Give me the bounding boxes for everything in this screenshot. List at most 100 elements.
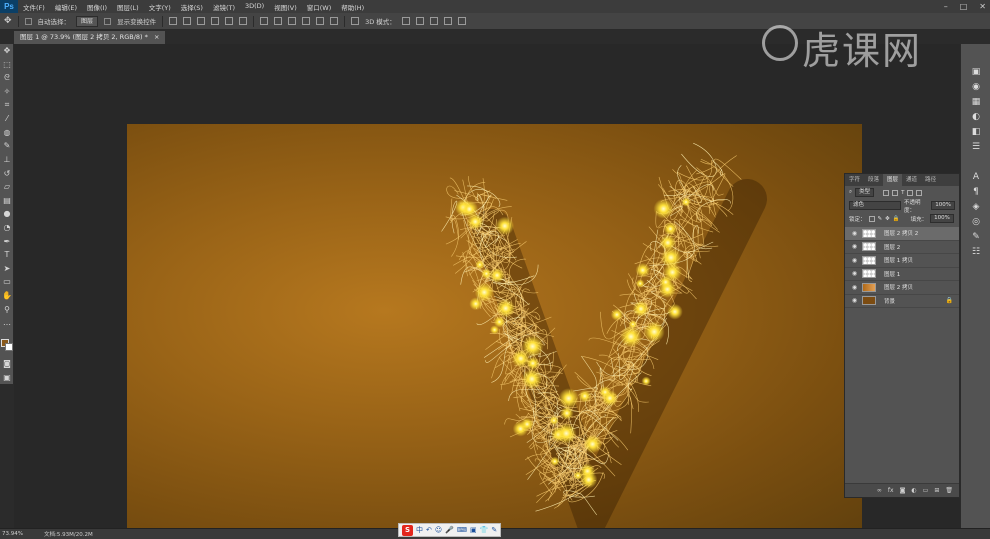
menu-item[interactable]: 图层(L) bbox=[112, 2, 144, 12]
magic-wand-tool-icon[interactable]: ✧ bbox=[0, 85, 14, 99]
gradient-tool-icon[interactable]: ▤ bbox=[0, 194, 14, 208]
healing-brush-tool-icon[interactable]: ◍ bbox=[0, 126, 14, 140]
paths-panel-icon[interactable]: ✎ bbox=[961, 229, 990, 244]
visibility-eye-icon[interactable]: ◉ bbox=[851, 230, 858, 237]
minimize-icon[interactable]: – bbox=[944, 2, 948, 11]
zoom-readout[interactable]: 73.94% bbox=[0, 531, 40, 537]
ime-skin-icon[interactable]: ▣ bbox=[470, 526, 477, 534]
add-mask-icon[interactable]: ◙ bbox=[900, 487, 906, 494]
character-panel-icon[interactable]: A bbox=[961, 169, 990, 184]
panel-tab[interactable]: 段落 bbox=[864, 174, 883, 186]
lock-transparent-icon[interactable] bbox=[868, 215, 875, 222]
close-tab-icon[interactable]: × bbox=[154, 33, 159, 41]
channels-panel-icon[interactable]: ◎ bbox=[961, 214, 990, 229]
layer-row[interactable]: ◉ 图层 2 bbox=[845, 241, 959, 254]
layer-row[interactable]: ◉ 图层 1 拷贝 bbox=[845, 254, 959, 268]
menu-item[interactable]: 帮助(H) bbox=[336, 2, 369, 12]
zoom-tool-icon[interactable]: ⚲ bbox=[0, 302, 14, 316]
align-center-icon[interactable] bbox=[225, 17, 234, 25]
lock-all-icon[interactable]: 🔒 bbox=[893, 216, 900, 222]
3d-slide-icon[interactable] bbox=[443, 17, 452, 25]
auto-align-icon[interactable] bbox=[351, 17, 360, 25]
layer-style-icon[interactable]: fx bbox=[888, 487, 894, 494]
visibility-eye-icon[interactable]: ◉ bbox=[851, 270, 858, 277]
panel-tab[interactable]: 路径 bbox=[921, 174, 940, 186]
marquee-tool-icon[interactable]: ⬚ bbox=[0, 58, 14, 72]
path-selection-tool-icon[interactable]: ➤ bbox=[0, 262, 14, 276]
crop-tool-icon[interactable]: ⌗ bbox=[0, 98, 14, 112]
brush-tool-icon[interactable]: ✎ bbox=[0, 139, 14, 153]
menu-item[interactable]: 选择(S) bbox=[176, 2, 208, 12]
hand-tool-icon[interactable]: ✋ bbox=[0, 289, 14, 303]
auto-select-checkbox[interactable] bbox=[24, 17, 32, 25]
distribute-center-icon[interactable] bbox=[316, 17, 325, 25]
properties-panel-icon[interactable]: ☰ bbox=[961, 139, 990, 154]
layer-row[interactable]: ◉ 背景 🔒 bbox=[845, 295, 959, 308]
move-tool-icon[interactable]: ✥ bbox=[0, 44, 14, 58]
menu-item[interactable]: 滤镜(T) bbox=[208, 2, 240, 12]
styles-panel-icon[interactable]: ◧ bbox=[961, 124, 990, 139]
panel-tab[interactable]: 字符 bbox=[845, 174, 864, 186]
menu-item[interactable]: 文件(F) bbox=[18, 2, 50, 12]
lock-position-icon[interactable]: ✥ bbox=[885, 216, 890, 222]
visibility-eye-icon[interactable]: ◉ bbox=[851, 297, 858, 304]
layer-row[interactable]: ◉ 图层 2 拷贝 bbox=[845, 281, 959, 295]
document-tab[interactable]: 图层 1 @ 73.9% (图层 2 拷贝 2, RGB/8) * × bbox=[14, 31, 166, 44]
align-right-icon[interactable] bbox=[239, 17, 248, 25]
eyedropper-tool-icon[interactable]: ⁄ bbox=[0, 112, 14, 126]
layers-panel-icon[interactable]: ◈ bbox=[961, 199, 990, 214]
adjust-panel-icon[interactable]: ☷ bbox=[961, 244, 990, 259]
ime-keyboard-icon[interactable]: ⌨ bbox=[457, 526, 467, 534]
distribute-left-icon[interactable] bbox=[302, 17, 311, 25]
lasso-tool-icon[interactable]: ᘓ bbox=[0, 71, 14, 85]
3d-scale-icon[interactable] bbox=[457, 17, 466, 25]
align-top-icon[interactable] bbox=[169, 17, 178, 25]
ime-voice-icon[interactable]: 🎤 bbox=[445, 526, 454, 534]
maximize-icon[interactable]: □ bbox=[960, 2, 968, 11]
menu-item[interactable]: 图像(I) bbox=[82, 2, 112, 12]
ime-language[interactable]: 中 bbox=[416, 525, 423, 535]
distribute-right-icon[interactable] bbox=[330, 17, 339, 25]
filter-shape-icon[interactable] bbox=[907, 189, 914, 196]
filter-kind-dropdown[interactable]: 类型 bbox=[855, 188, 875, 197]
close-icon[interactable]: ✕ bbox=[979, 2, 986, 11]
filter-type-icon[interactable]: T bbox=[901, 190, 904, 196]
panel-tab[interactable]: 图层 bbox=[883, 174, 903, 186]
auto-select-dropdown[interactable]: 图层 bbox=[76, 15, 99, 27]
document-size[interactable]: 文档:5.93M/20.2M bbox=[44, 530, 93, 538]
new-group-icon[interactable]: ▭ bbox=[923, 487, 929, 494]
move-tool-icon[interactable]: ✥ bbox=[4, 16, 12, 26]
ime-emoji-icon[interactable]: ☺ bbox=[435, 526, 442, 534]
screen-mode-icon[interactable]: ▣ bbox=[0, 371, 14, 385]
distribute-top-icon[interactable] bbox=[260, 17, 269, 25]
dodge-tool-icon[interactable]: ◔ bbox=[0, 221, 14, 235]
menu-item[interactable]: 视图(V) bbox=[269, 2, 302, 12]
lock-image-icon[interactable]: ✎ bbox=[878, 216, 883, 222]
filter-adjustment-icon[interactable] bbox=[892, 189, 899, 196]
type-tool-icon[interactable]: T bbox=[0, 248, 14, 262]
align-bottom-icon[interactable] bbox=[197, 17, 206, 25]
background-color-swatch[interactable] bbox=[5, 343, 13, 351]
paragraph-panel-icon[interactable]: ¶ bbox=[961, 184, 990, 199]
fill-input[interactable]: 100% bbox=[930, 214, 954, 223]
history-brush-tool-icon[interactable]: ↺ bbox=[0, 166, 14, 180]
ime-shirt-icon[interactable]: 👕 bbox=[480, 526, 489, 534]
blend-mode-dropdown[interactable]: 滤色 bbox=[849, 201, 902, 210]
menu-item[interactable]: 文字(Y) bbox=[144, 2, 176, 12]
ime-logo-icon[interactable]: S bbox=[402, 524, 413, 536]
align-middle-icon[interactable] bbox=[183, 17, 192, 25]
layer-row[interactable]: ◉ 图层 2 拷贝 2 bbox=[845, 227, 959, 241]
distribute-middle-icon[interactable] bbox=[274, 17, 283, 25]
visibility-eye-icon[interactable]: ◉ bbox=[851, 257, 858, 264]
ime-settings-icon[interactable]: ✎ bbox=[491, 526, 497, 534]
ime-punctuation-icon[interactable]: ↶ bbox=[426, 526, 432, 534]
adjustments-panel-icon[interactable]: ◐ bbox=[961, 109, 990, 124]
visibility-eye-icon[interactable]: ◉ bbox=[851, 284, 858, 291]
align-left-icon[interactable] bbox=[211, 17, 220, 25]
color-panel-icon[interactable]: ◉ bbox=[961, 79, 990, 94]
pen-tool-icon[interactable]: ✒ bbox=[0, 234, 14, 248]
new-layer-icon[interactable]: ⊞ bbox=[934, 487, 939, 494]
link-layers-icon[interactable]: ∞ bbox=[877, 487, 882, 494]
layer-row[interactable]: ◉ 图层 1 bbox=[845, 268, 959, 281]
3d-pan-icon[interactable] bbox=[429, 17, 438, 25]
